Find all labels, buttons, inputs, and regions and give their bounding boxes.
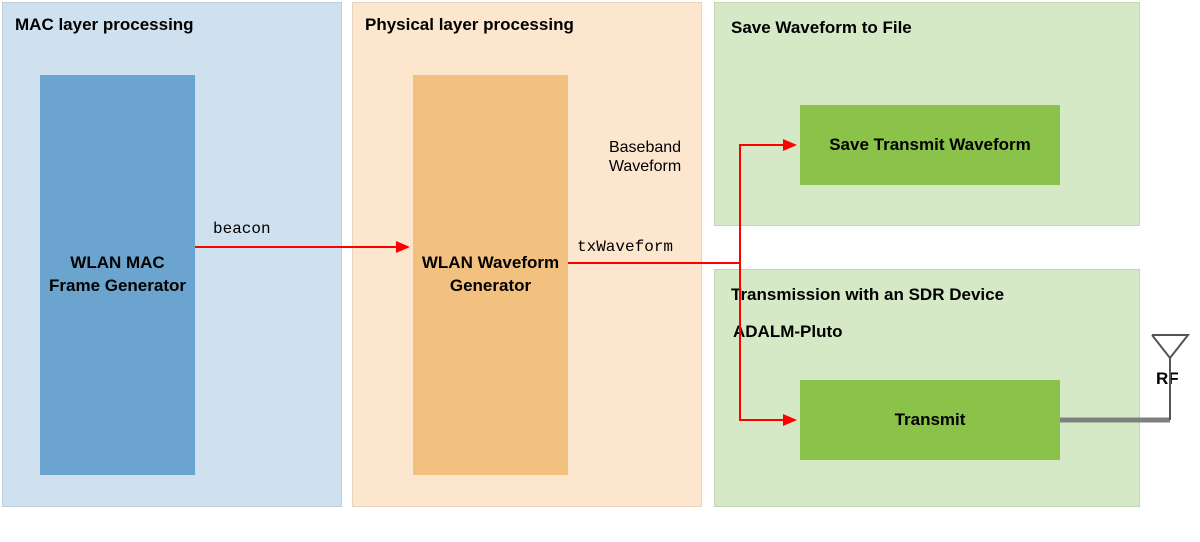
- rf-label: RF: [1156, 369, 1179, 389]
- transmit-block: Transmit: [800, 380, 1060, 460]
- save-transmit-waveform-label: Save Transmit Waveform: [829, 134, 1031, 157]
- txwaveform-label: txWaveform: [577, 238, 673, 256]
- sdr-transmission-title: Transmission with an SDR Device: [731, 285, 1004, 305]
- wlan-waveform-generator-label: WLAN Waveform Generator: [421, 252, 560, 298]
- adalm-pluto-label: ADALM-Pluto: [733, 322, 843, 342]
- mac-layer-title: MAC layer processing: [15, 15, 194, 35]
- baseband-waveform-label: Baseband Waveform: [590, 138, 700, 176]
- transmit-label: Transmit: [895, 409, 966, 432]
- beacon-label: beacon: [213, 220, 271, 238]
- save-waveform-title: Save Waveform to File: [731, 18, 912, 38]
- physical-layer-title: Physical layer processing: [365, 15, 574, 35]
- wlan-mac-frame-generator-block: WLAN MAC Frame Generator: [40, 75, 195, 475]
- wlan-waveform-generator-block: WLAN Waveform Generator: [413, 75, 568, 475]
- save-transmit-waveform-block: Save Transmit Waveform: [800, 105, 1060, 185]
- wlan-mac-frame-generator-label: WLAN MAC Frame Generator: [48, 252, 187, 298]
